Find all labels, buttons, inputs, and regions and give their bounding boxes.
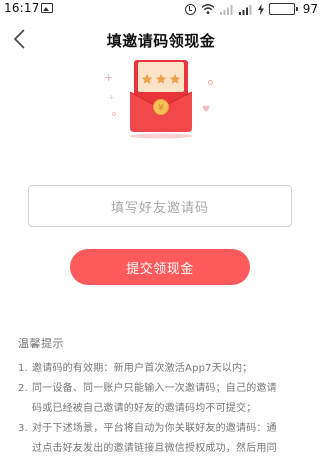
page-title: 填邀请码领现金 [106,32,216,50]
tip-item: 3. 对于下述场景，平台将自动为你关联好友的邀请码：通 [18,419,310,439]
tip-text: 码或已经被自己邀请的好友的邀请码均不可提交； [32,403,257,414]
tip-text: 对于下述场景，平台将自动为你关联好友的邀请码：通 [32,423,277,434]
red-envelope-illustration: + + ♥ ♥ ¥ [96,50,226,140]
tips-list: 1. 邀请码的有效期：新用户首次激活App7天以内； 2. 同一设备、同一账户只… [18,359,310,458]
svg-text:¥: ¥ [158,104,164,114]
signal-bars-icon-2 [238,4,252,15]
status-indicators: 97 [184,1,318,17]
tip-item: 1. 邀请码的有效期：新用户首次激活App7天以内； [18,359,310,379]
charging-bolt-icon [257,3,264,15]
tip-number: 2. [18,383,28,394]
tip-item: 2. 同一设备、同一账户只能输入一次邀请码；自己的邀请 [18,379,310,399]
battery-percent: 97 [302,2,318,16]
tip-text: 过点击好友发出的邀请链接且微信授权成功，然后用同 [32,443,277,454]
submit-cash-button[interactable]: 提交领现金 [70,249,250,285]
status-bar: 16:17 97 [0,0,322,18]
invite-code-input[interactable]: 填写好友邀请码 [28,185,292,227]
envelope-icon: ¥ [129,60,193,139]
image-notification-icon [41,3,53,13]
tip-item-continued: 过点击好友发出的邀请链接且微信授权成功，然后用同 [18,439,310,458]
tips-heading: 温馨提示 [18,337,64,350]
tip-number: 3. [18,423,28,434]
alarm-clock-icon [184,3,196,15]
tip-number: 1. [18,363,28,374]
tip-text: 邀请码的有效期：新用户首次激活App7天以内； [32,363,253,374]
wifi-icon [201,4,215,15]
tip-item-continued: 码或已经被自己邀请的好友的邀请码均不可提交； [18,399,310,419]
invite-code-placeholder: 填写好友邀请码 [110,200,209,216]
tip-text: 同一设备、同一账户只能输入一次邀请码；自己的邀请 [32,383,277,394]
signal-bars-icon [219,4,233,15]
battery-icon [268,3,298,15]
status-time: 16:17 [4,1,40,15]
